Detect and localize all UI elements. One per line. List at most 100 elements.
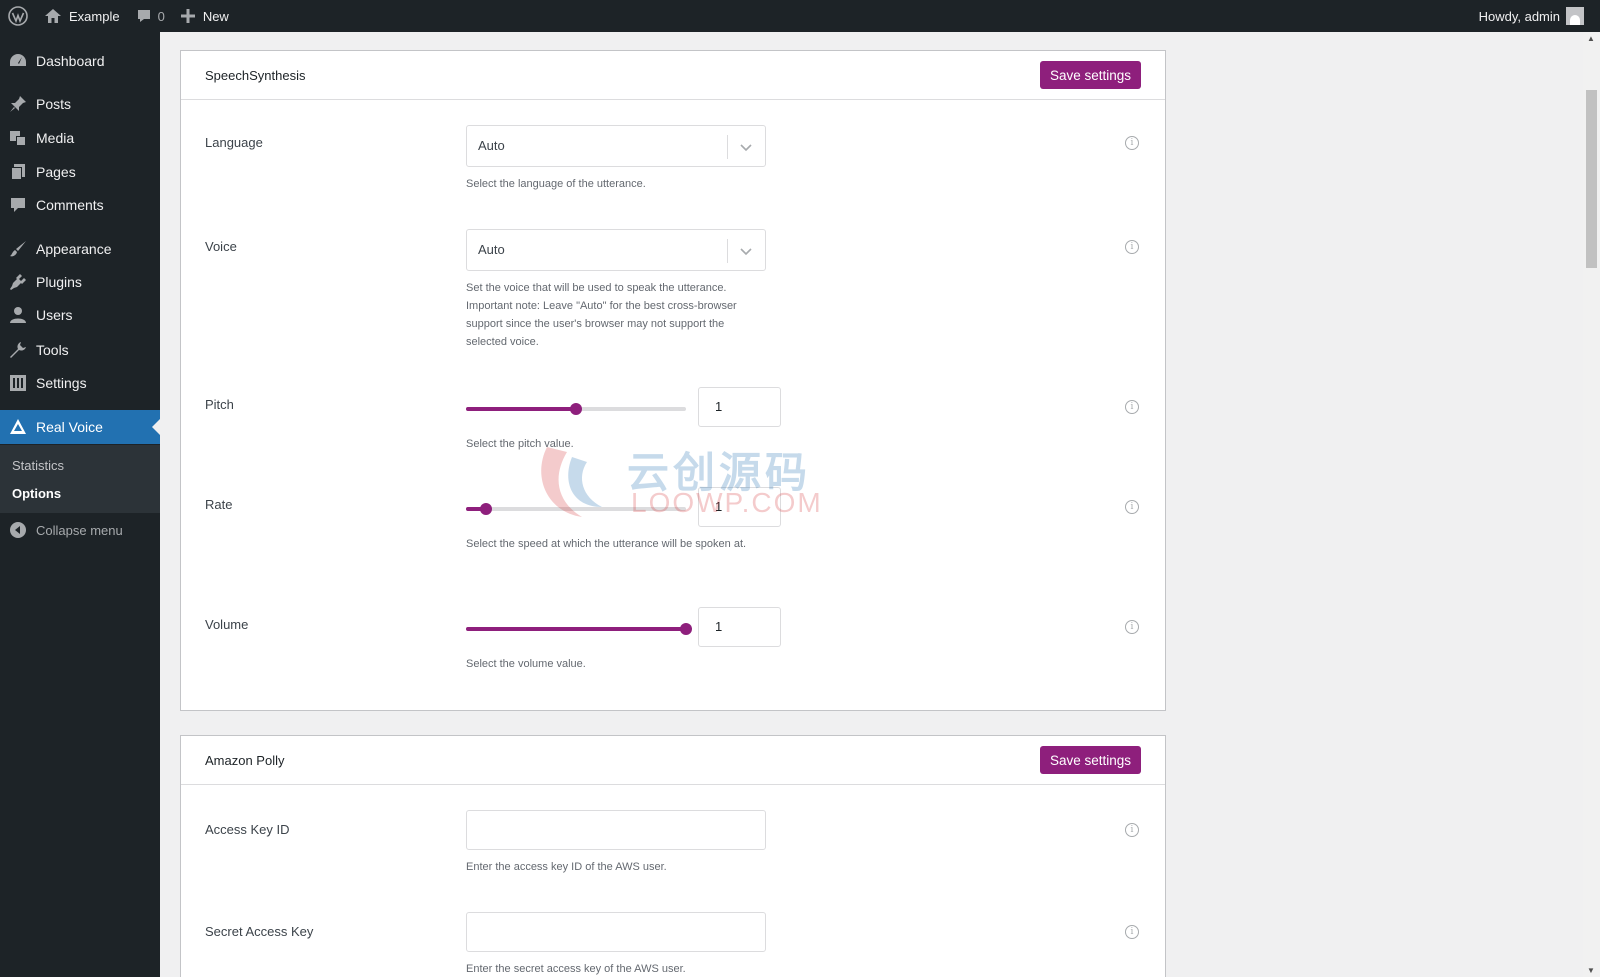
sidebar-item-settings[interactable]: Settings	[0, 366, 160, 400]
scroll-thumb[interactable]	[1586, 90, 1597, 268]
info-icon[interactable]: i	[1125, 240, 1139, 254]
my-account-link[interactable]: Howdy, admin	[1471, 0, 1592, 32]
volume-label: Volume	[205, 617, 249, 632]
pitch-number-input[interactable]: 1	[698, 387, 781, 427]
speech-synthesis-card: SpeechSynthesis Save settings Language A…	[180, 50, 1166, 711]
volume-slider[interactable]	[466, 623, 692, 635]
site-name-link[interactable]: Example	[36, 0, 128, 32]
sidebar-item-posts[interactable]: Posts	[0, 87, 160, 121]
sidebar-item-plugins[interactable]: Plugins	[0, 265, 160, 299]
sidebar-item-pages[interactable]: Pages	[0, 155, 160, 189]
real-voice-submenu: Statistics Options	[0, 445, 160, 513]
chevron-down-icon	[740, 144, 752, 152]
user-icon	[0, 306, 36, 324]
rate-number-input[interactable]: 1	[698, 487, 781, 527]
voice-description: Set the voice that will be used to speak…	[466, 282, 737, 348]
sidebar-item-label: Comments	[36, 197, 104, 213]
pitch-description: Select the pitch value.	[466, 438, 574, 450]
wordpress-logo-icon[interactable]	[0, 0, 36, 32]
collapse-icon	[0, 521, 36, 539]
card-header: SpeechSynthesis Save settings	[181, 51, 1165, 100]
card-title: SpeechSynthesis	[205, 67, 306, 83]
save-settings-button[interactable]: Save settings	[1039, 746, 1141, 774]
scroll-down-icon[interactable]: ▼	[1587, 966, 1595, 975]
select-value: Auto	[478, 242, 505, 257]
collapse-menu-button[interactable]: Collapse menu	[0, 515, 160, 545]
info-icon[interactable]: i	[1125, 400, 1139, 414]
select-separator	[727, 239, 728, 263]
slider-fill	[466, 627, 686, 631]
sidebar-item-label: Real Voice	[36, 419, 103, 435]
slider-fill	[466, 407, 576, 411]
submenu-item-statistics[interactable]: Statistics	[12, 458, 64, 473]
home-icon	[45, 9, 61, 23]
slider-thumb[interactable]	[680, 623, 692, 635]
sidebar-item-label: Pages	[36, 164, 76, 180]
new-content-link[interactable]: New	[173, 0, 237, 32]
voice-select[interactable]: Auto	[466, 229, 766, 271]
comments-link[interactable]: 0	[128, 0, 173, 32]
comment-icon	[137, 10, 150, 22]
rate-description: Select the speed at which the utterance …	[466, 538, 747, 550]
sidebar-item-users[interactable]: Users	[0, 298, 160, 332]
sidebar-item-dashboard[interactable]: Dashboard	[0, 44, 160, 78]
sidebar-item-label: Appearance	[36, 241, 112, 257]
select-separator	[727, 135, 728, 159]
info-icon[interactable]: i	[1125, 823, 1139, 837]
sidebar-item-label: Media	[36, 130, 75, 146]
collapse-label: Collapse menu	[36, 522, 123, 538]
sidebar-item-comments[interactable]: Comments	[0, 188, 160, 222]
brush-icon	[0, 240, 36, 258]
secret-key-input[interactable]	[466, 912, 766, 952]
wrench-icon	[0, 341, 36, 359]
avatar	[1566, 7, 1584, 25]
voice-label: Voice	[205, 239, 237, 254]
card-title: Amazon Polly	[205, 752, 285, 768]
chevron-down-icon	[740, 248, 752, 256]
info-icon[interactable]: i	[1125, 500, 1139, 514]
secret-key-label: Secret Access Key	[205, 924, 314, 939]
sidebar-item-real-voice[interactable]: Real Voice	[0, 410, 160, 444]
amazon-polly-card: Amazon Polly Save settings Access Key ID…	[180, 735, 1166, 977]
howdy-text: Howdy, admin	[1478, 8, 1560, 24]
sidebar-item-label: Posts	[36, 96, 72, 112]
pin-icon	[0, 95, 36, 113]
access-key-description: Enter the access key ID of the AWS user.	[466, 861, 667, 873]
language-select[interactable]: Auto	[466, 125, 766, 167]
admin-bar: Example 0 New Howdy, admin	[0, 0, 1600, 32]
settings-icon	[0, 374, 36, 392]
submenu-item-options[interactable]: Options	[12, 486, 61, 501]
info-icon[interactable]: i	[1125, 925, 1139, 939]
media-icon	[0, 129, 36, 147]
slider-thumb[interactable]	[570, 403, 582, 415]
new-label: New	[202, 8, 229, 24]
info-icon[interactable]: i	[1125, 136, 1139, 150]
sidebar-item-label: Users	[36, 307, 73, 323]
volume-number-input[interactable]: 1	[698, 607, 781, 647]
sidebar-item-media[interactable]: Media	[0, 121, 160, 155]
pages-icon	[0, 163, 36, 181]
page-scrollbar[interactable]: ▲ ▼	[1583, 32, 1600, 977]
pitch-label: Pitch	[205, 397, 234, 412]
info-icon[interactable]: i	[1125, 620, 1139, 634]
plug-icon	[0, 273, 36, 291]
language-description: Select the language of the utterance.	[466, 178, 646, 190]
volume-description: Select the volume value.	[466, 658, 586, 670]
comments-count: 0	[157, 8, 165, 24]
access-key-label: Access Key ID	[205, 822, 290, 837]
slider-thumb[interactable]	[479, 503, 492, 515]
sidebar-item-tools[interactable]: Tools	[0, 333, 160, 367]
sidebar-item-appearance[interactable]: Appearance	[0, 232, 160, 266]
access-key-input[interactable]	[466, 810, 766, 850]
save-settings-button[interactable]: Save settings	[1039, 61, 1141, 89]
rate-slider[interactable]	[466, 503, 686, 515]
rate-label: Rate	[205, 497, 233, 512]
sidebar-item-label: Dashboard	[36, 53, 105, 69]
sidebar-item-label: Plugins	[36, 274, 82, 290]
language-label: Language	[205, 135, 263, 150]
comment-icon	[0, 196, 36, 214]
select-value: Auto	[478, 138, 505, 153]
pitch-slider[interactable]	[466, 403, 686, 415]
admin-sidebar: Dashboard Posts Media Pages Comments App…	[0, 32, 160, 977]
scroll-up-icon[interactable]: ▲	[1587, 34, 1595, 43]
